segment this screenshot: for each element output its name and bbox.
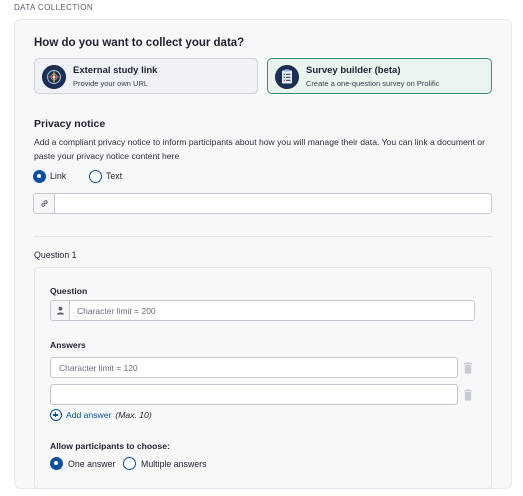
add-answer-max: (Max. 10) — [115, 410, 152, 420]
plus-circle-icon — [50, 409, 62, 421]
collection-method-heading: How do you want to collect your data? — [34, 37, 245, 49]
privacy-notice-description: Add a compliant privacy notice to inform… — [34, 137, 485, 161]
multiple-answers-label: Multiple answers — [141, 459, 207, 469]
multiple-answers-radio[interactable] — [123, 457, 136, 470]
link-radio[interactable] — [33, 170, 46, 183]
add-answer-label: Add answer — [66, 410, 112, 420]
answer-placeholder: Character limit = 120 — [59, 362, 138, 373]
answers-label: Answers — [50, 340, 86, 350]
question-label: Question — [50, 286, 88, 296]
clipboard-checklist-icon — [275, 65, 299, 89]
question-input[interactable]: Character limit = 200 — [50, 300, 475, 321]
link-radio-label: Link — [50, 171, 67, 181]
text-radio-label: Text — [106, 171, 123, 181]
text-radio[interactable] — [89, 170, 102, 183]
question-header: Question 1 — [34, 250, 77, 260]
choose-label: Allow participants to choose: — [50, 441, 170, 451]
option-title: External study link — [73, 65, 158, 76]
option-subtitle: Create a one-question survey on Prolific — [306, 79, 440, 88]
privacy-link-input[interactable] — [33, 193, 492, 214]
answer-input-2[interactable] — [50, 384, 458, 405]
section-label: DATA COLLECTION — [14, 3, 94, 12]
privacy-notice-title: Privacy notice — [34, 118, 106, 130]
compass-icon — [42, 65, 66, 89]
answer-input-1[interactable]: Character limit = 120 — [50, 357, 458, 378]
survey-builder-option[interactable]: Survey builder (beta) Create a one-quest… — [267, 58, 492, 94]
add-answer-button[interactable]: Add answer (Max. 10) — [50, 409, 152, 421]
person-icon — [51, 301, 70, 320]
section-divider — [34, 236, 492, 237]
question-placeholder: Character limit = 200 — [77, 305, 156, 316]
option-subtitle: Provide your own URL — [73, 79, 149, 88]
external-study-link-option[interactable]: External study link Provide your own URL — [34, 58, 258, 94]
link-icon — [34, 194, 55, 213]
trash-icon[interactable] — [463, 362, 473, 374]
trash-icon[interactable] — [463, 389, 473, 401]
option-title: Survey builder (beta) — [306, 65, 401, 76]
one-answer-label: One answer — [68, 459, 116, 469]
one-answer-radio[interactable] — [50, 457, 63, 470]
